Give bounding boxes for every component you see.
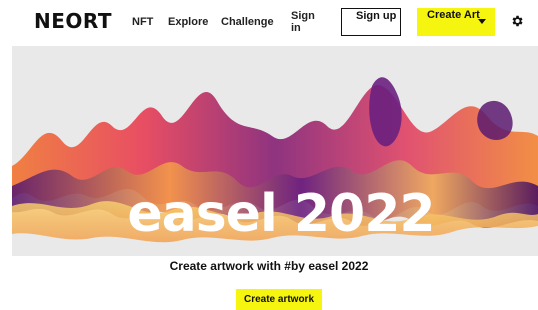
nav-link-challenge[interactable]: Challenge	[221, 16, 274, 28]
gear-icon[interactable]	[510, 14, 524, 28]
sign-in-link[interactable]: Sign in	[291, 10, 319, 34]
create-artwork-button[interactable]: Create artwork	[236, 289, 322, 310]
hero-banner[interactable]: easel 2022	[12, 46, 538, 256]
nav-link-nft[interactable]: NFT	[132, 16, 153, 28]
neort-logo[interactable]: NEORT	[34, 9, 112, 33]
create-art-label: Create Art	[427, 9, 480, 21]
challenge-subtitle: Create artwork with #by easel 2022	[169, 259, 369, 273]
sign-up-button[interactable]: Sign up	[341, 8, 401, 36]
chevron-down-icon	[478, 19, 486, 24]
sign-up-label: Sign up	[356, 10, 397, 22]
hero-title: easel 2022	[127, 184, 435, 244]
top-navbar: NEORT NFT Explore Challenge Sign in Sign…	[0, 0, 538, 44]
nav-link-explore[interactable]: Explore	[168, 16, 208, 28]
create-art-dropdown-button[interactable]: Create Art	[417, 8, 495, 36]
